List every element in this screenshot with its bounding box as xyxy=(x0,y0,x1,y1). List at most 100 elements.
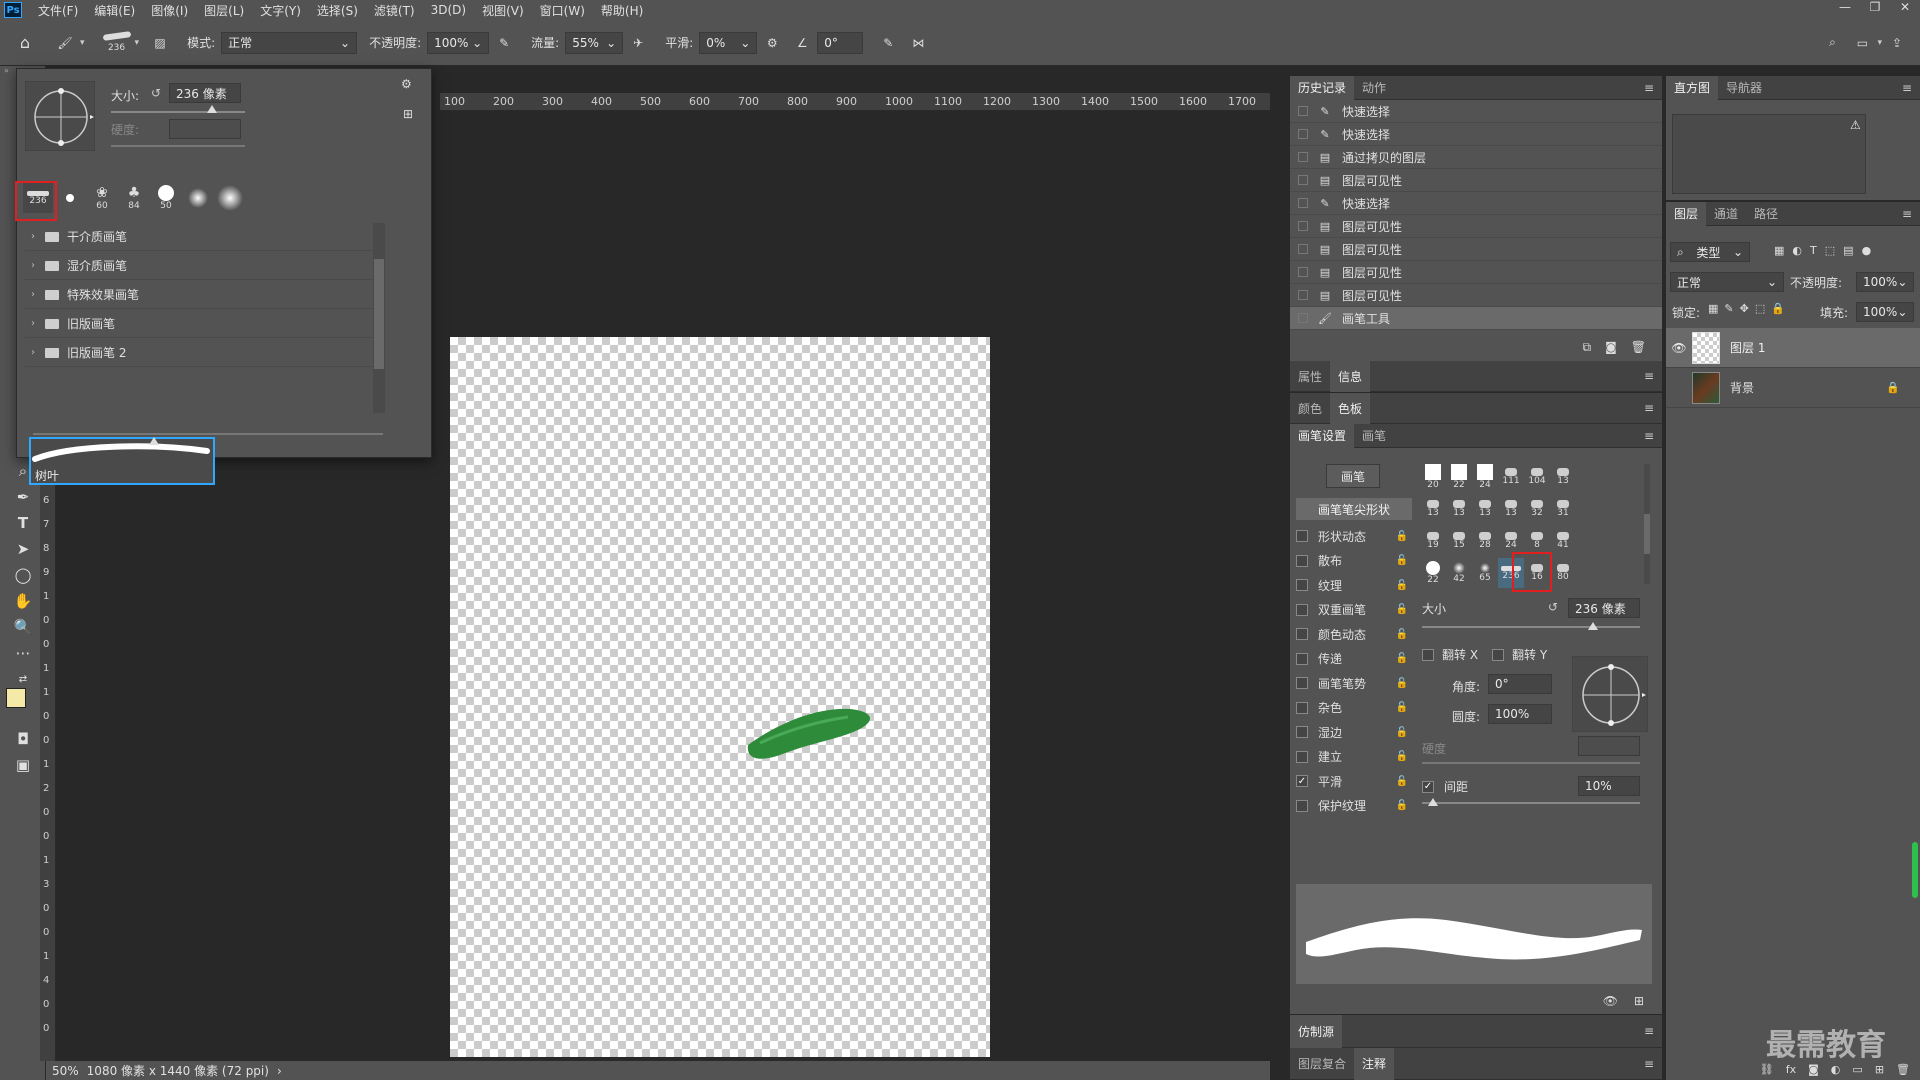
history-snapshot-box[interactable] xyxy=(1298,221,1308,231)
pressure-opacity-icon[interactable]: ✎ xyxy=(493,32,515,54)
brush-tip-item[interactable]: 41 xyxy=(1550,526,1576,556)
folder-wet-media[interactable]: › 湿介质画笔 xyxy=(25,252,375,280)
lock-icon[interactable]: 🔓 xyxy=(1396,702,1408,713)
brush-tip-item[interactable]: 24 xyxy=(1472,462,1498,492)
folder-scrollbar[interactable] xyxy=(373,223,385,413)
history-item[interactable]: ✎ 快速选择 xyxy=(1290,123,1662,146)
preset-60[interactable]: ❀ 60 xyxy=(87,183,117,213)
history-item[interactable]: ▤ 图层可见性 xyxy=(1290,238,1662,261)
brush-tip-item[interactable]: 42 xyxy=(1446,558,1472,588)
panel-menu-icon[interactable]: ≡ xyxy=(1644,1024,1654,1038)
new-document-icon[interactable]: ⧉ xyxy=(1583,340,1592,355)
brush-settings-toggle-icon[interactable]: ▨ xyxy=(149,32,171,54)
flip-y-checkbox[interactable]: 翻转 Y xyxy=(1492,646,1547,663)
home-icon[interactable]: ⌂ xyxy=(14,32,36,54)
layer-row[interactable]: 👁 图层 1 xyxy=(1666,328,1920,368)
brush-tip-item[interactable]: 28 xyxy=(1472,526,1498,556)
brush-picker-chevron-icon[interactable]: ▾ xyxy=(135,38,140,48)
checkbox[interactable] xyxy=(1296,799,1308,812)
history-item[interactable]: ▤ 通过拷贝的图层 xyxy=(1290,146,1662,169)
bs-hardness-slider-track[interactable] xyxy=(1422,762,1640,764)
brush-angle-preview[interactable] xyxy=(25,81,95,151)
opacity-input[interactable]: 100% ⌄ xyxy=(427,31,490,54)
workspace-chevron-icon[interactable]: ▾ xyxy=(1877,38,1882,48)
filter-toggle-icon[interactable]: ● xyxy=(1862,244,1872,257)
selected-brush-item[interactable]: 树叶 xyxy=(29,437,215,485)
preset-soft-large[interactable] xyxy=(215,183,245,213)
symmetry-icon[interactable]: ⋈ xyxy=(907,32,929,54)
pressure-size-icon[interactable]: ✎ xyxy=(877,32,899,54)
fill-input[interactable]: 100% ⌄ xyxy=(1856,302,1914,322)
minimize-button[interactable]: — xyxy=(1830,0,1860,14)
lock-icon[interactable]: 🔓 xyxy=(1396,555,1408,566)
lock-icon[interactable]: 🔓 xyxy=(1396,580,1408,591)
lock-icon[interactable]: 🔓 xyxy=(1396,678,1408,689)
tab-layers[interactable]: 图层 xyxy=(1666,201,1707,226)
foreground-color-swatch[interactable] xyxy=(6,688,26,708)
checkbox[interactable] xyxy=(1296,750,1308,763)
brush-preset-picker[interactable]: 236 xyxy=(99,26,135,60)
tip-grid-scrollbar-thumb[interactable] xyxy=(1644,514,1650,554)
angle-input[interactable]: 0° xyxy=(817,31,864,54)
history-item[interactable]: ▤ 图层可见性 xyxy=(1290,215,1662,238)
brush-tip-item[interactable]: 20 xyxy=(1420,462,1446,492)
zoom-level[interactable]: 50% xyxy=(52,1064,79,1078)
hardness-input[interactable] xyxy=(169,119,241,139)
tab-brushes[interactable]: 画笔 xyxy=(1354,424,1394,448)
history-snapshot-box[interactable] xyxy=(1298,244,1308,254)
reset-size-icon[interactable]: ↺ xyxy=(1548,600,1558,614)
new-brush-icon[interactable]: ⊞ xyxy=(1634,994,1644,1008)
size-slider-track[interactable] xyxy=(111,111,245,113)
brush-tip-item[interactable]: 15 xyxy=(1446,526,1472,556)
lock-move-icon[interactable]: ✥ xyxy=(1740,302,1749,315)
mode-select[interactable]: 正常 ⌄ xyxy=(221,31,358,54)
preview-size-slider-thumb[interactable] xyxy=(149,437,159,445)
menu-help[interactable]: 帮助(H) xyxy=(593,2,651,19)
checkbox[interactable] xyxy=(1296,652,1308,665)
panel-menu-icon[interactable]: ≡ xyxy=(1902,81,1912,95)
eye-icon[interactable]: 👁 xyxy=(1666,341,1692,355)
preset-50[interactable]: 50 xyxy=(151,183,181,213)
trash-icon[interactable]: 🗑 xyxy=(1631,340,1646,355)
checkbox[interactable] xyxy=(1296,530,1308,542)
brush-option-item[interactable]: 保护纹理 🔓 xyxy=(1296,794,1408,818)
filter-smart-icon[interactable]: ▤ xyxy=(1843,244,1853,257)
flip-y-checkbox-box[interactable] xyxy=(1492,648,1504,661)
brush-option-item[interactable]: 画笔笔势 🔓 xyxy=(1296,671,1408,695)
checkbox[interactable] xyxy=(1296,603,1308,616)
brush-option-item[interactable]: 纹理 🔓 xyxy=(1296,573,1408,597)
status-arrow-icon[interactable]: › xyxy=(277,1064,282,1078)
size-input[interactable]: 236 像素 xyxy=(169,83,241,103)
filter-pixel-icon[interactable]: ▦ xyxy=(1774,244,1784,257)
brush-option-item[interactable]: ✓ 平滑 🔓 xyxy=(1296,769,1408,793)
tab-channels[interactable]: 通道 xyxy=(1706,202,1746,226)
folder-dry-media[interactable]: › 干介质画笔 xyxy=(25,223,375,251)
lock-icon[interactable]: 🔓 xyxy=(1396,727,1408,738)
lock-icon[interactable]: 🔓 xyxy=(1396,531,1408,542)
bs-size-input[interactable]: 236 像素 xyxy=(1568,598,1640,618)
brushes-button[interactable]: 画笔 xyxy=(1326,464,1380,488)
brush-tip-item[interactable]: 22 xyxy=(1446,462,1472,492)
tab-paths[interactable]: 路径 xyxy=(1746,202,1786,226)
new-preset-icon[interactable]: ⊞ xyxy=(403,107,413,121)
panel-menu-icon[interactable]: ≡ xyxy=(1644,369,1654,383)
roundness-input[interactable]: 100% xyxy=(1488,704,1552,724)
angle-roundness-widget[interactable] xyxy=(1572,656,1648,732)
brush-option-item[interactable]: 湿边 🔓 xyxy=(1296,720,1408,744)
panel-menu-icon[interactable]: ≡ xyxy=(1644,429,1654,443)
history-snapshot-box[interactable] xyxy=(1298,175,1308,185)
folder-scrollbar-thumb[interactable] xyxy=(374,259,384,369)
menu-layer[interactable]: 图层(L) xyxy=(196,2,252,19)
history-snapshot-box[interactable] xyxy=(1298,198,1308,208)
history-item[interactable]: ✎ 快速选择 xyxy=(1290,192,1662,215)
spacing-slider-track[interactable] xyxy=(1422,802,1640,804)
history-snapshot-box[interactable] xyxy=(1298,267,1308,277)
panel-menu-icon[interactable]: ≡ xyxy=(1902,207,1912,221)
menu-window[interactable]: 窗口(W) xyxy=(532,2,593,19)
checkbox[interactable] xyxy=(1296,579,1308,591)
tab-history[interactable]: 历史记录 xyxy=(1290,75,1355,100)
layer-filter-select[interactable]: ⌕ 类型 ⌄ xyxy=(1670,242,1750,262)
history-snapshot-box[interactable] xyxy=(1298,129,1308,139)
share-icon[interactable]: ⇪ xyxy=(1886,32,1908,54)
lock-icon[interactable]: 🔓 xyxy=(1396,751,1408,762)
